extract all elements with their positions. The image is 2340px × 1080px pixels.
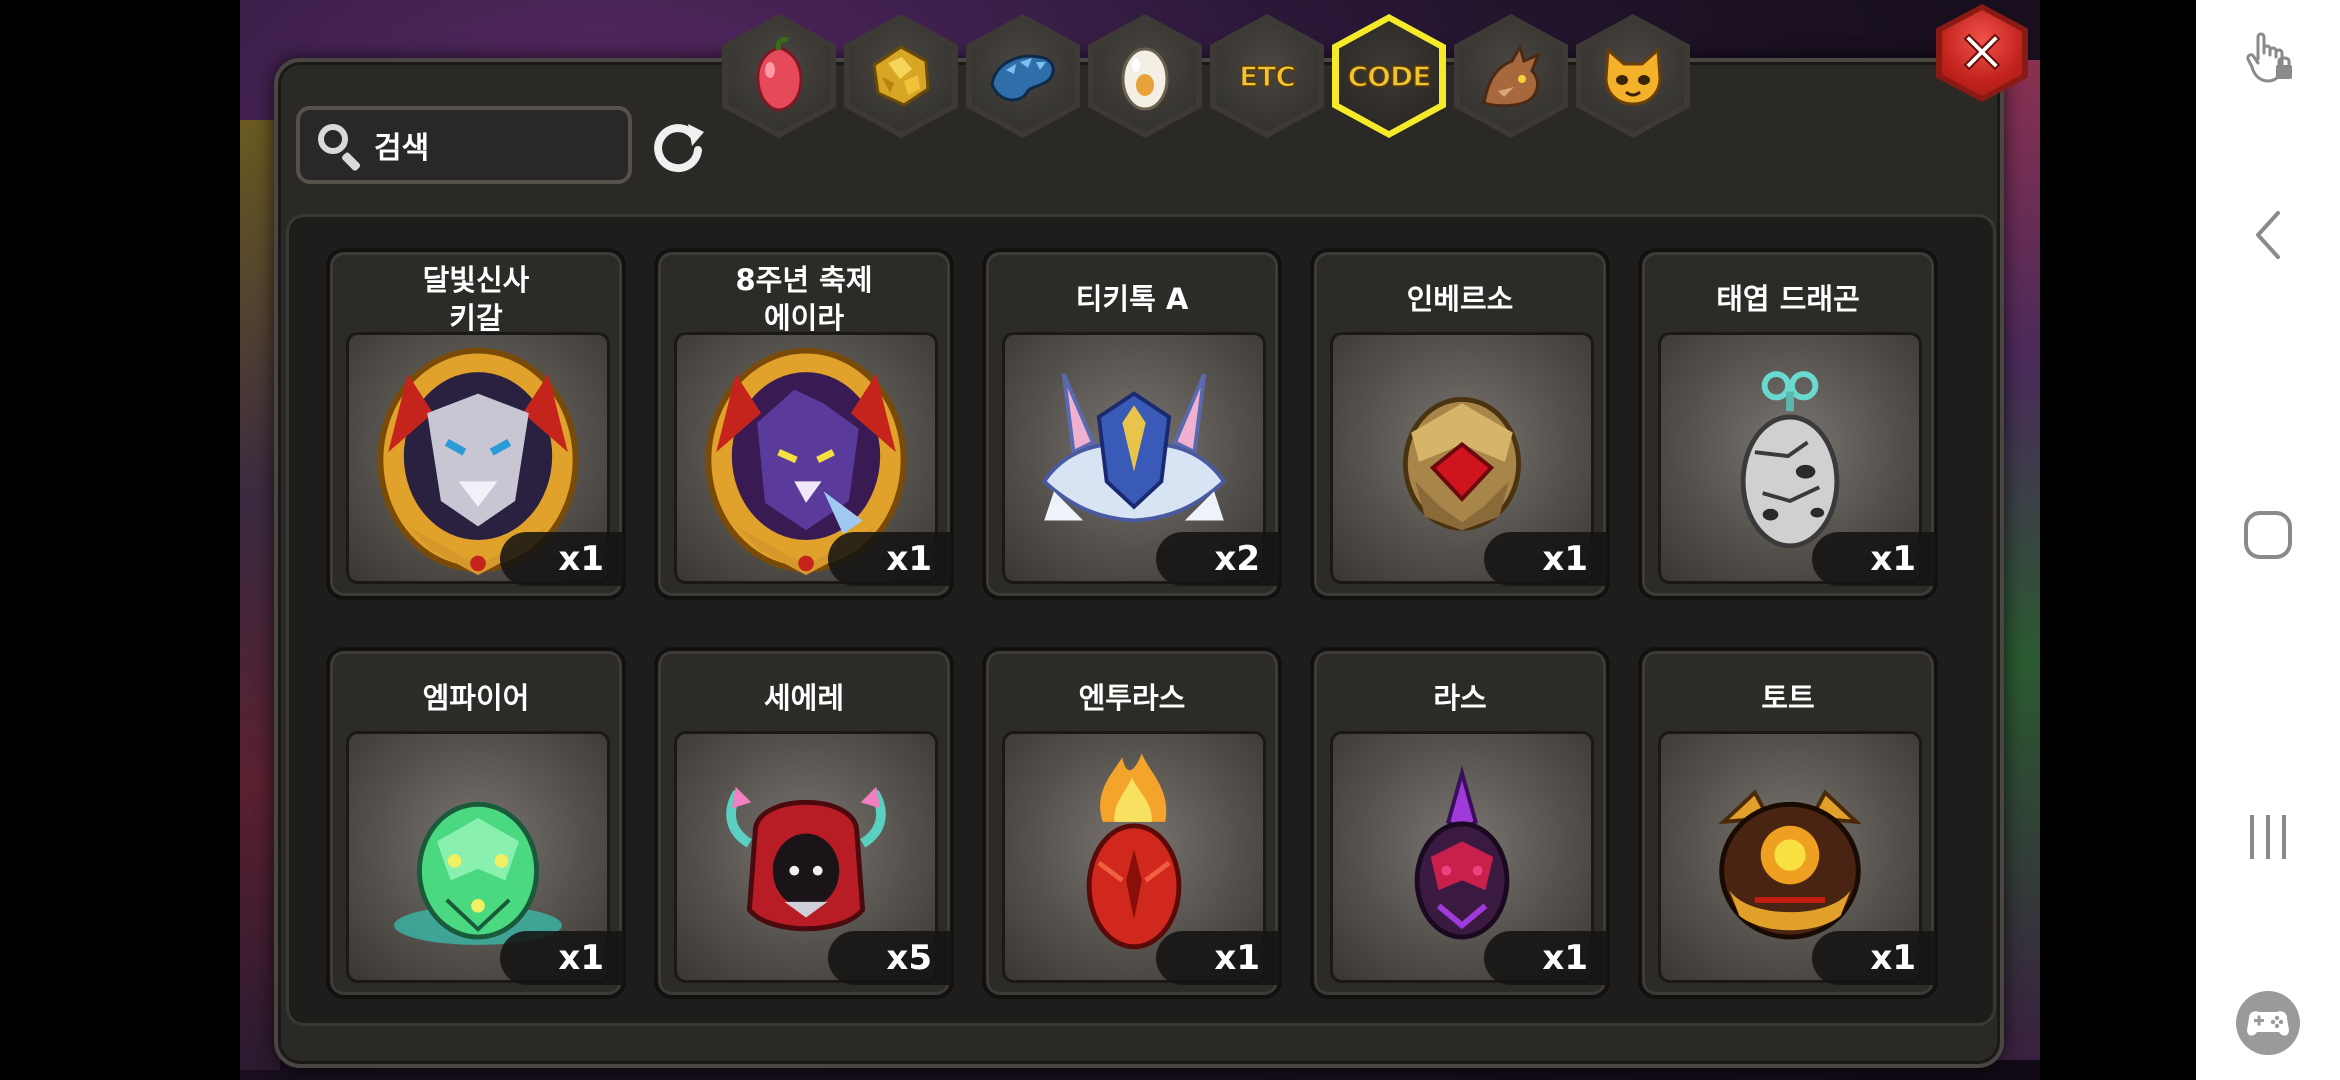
item-name: 티키톡 A xyxy=(1075,282,1189,316)
item-name: 달빛신사 키갈 xyxy=(422,263,530,335)
close-icon: ✕ xyxy=(1957,19,2008,87)
item-quantity-badge: x2 xyxy=(1156,532,1282,586)
screen: ETC CODE ✕ 검색 달빛신사 키갈 x1 8주년 축제 에이라 x1 티… xyxy=(0,0,2340,1080)
search-text: 검색 xyxy=(374,131,430,166)
home-icon xyxy=(2244,511,2292,559)
item-name: 세에레 xyxy=(763,681,845,715)
home-button[interactable] xyxy=(2196,500,2340,570)
item-quantity-badge: x1 xyxy=(1812,931,1938,985)
item-name: 토트 xyxy=(1761,681,1815,715)
item-quantity-badge: x1 xyxy=(1812,532,1938,586)
item-card[interactable]: 8주년 축제 에이라 x1 xyxy=(654,248,954,600)
item-card[interactable]: 태엽 드래곤 x1 xyxy=(1638,248,1938,600)
gold-ore-icon xyxy=(872,45,930,107)
item-card[interactable]: 세에레 x5 xyxy=(654,647,954,999)
tab-egg[interactable] xyxy=(1088,14,1202,138)
egg-icon xyxy=(1121,47,1169,111)
tab-code[interactable]: CODE xyxy=(1332,14,1446,138)
gamepad-icon xyxy=(2236,991,2300,1055)
blue-dragon-icon xyxy=(990,54,1055,102)
item-card[interactable]: 엔투라스 x1 xyxy=(982,647,1282,999)
item-name: 라스 xyxy=(1433,681,1487,715)
recents-button[interactable] xyxy=(2196,802,2340,872)
touch-lock-icon xyxy=(2246,32,2292,83)
android-navigation-bar xyxy=(2196,0,2340,1080)
item-quantity-badge: x1 xyxy=(828,532,954,586)
item-card[interactable]: 라스 x1 xyxy=(1310,647,1610,999)
tab-blue-dragon[interactable] xyxy=(966,14,1080,138)
refresh-icon[interactable] xyxy=(648,118,708,178)
item-card[interactable]: 토트 x1 xyxy=(1638,647,1938,999)
item-quantity-badge: x1 xyxy=(500,532,626,586)
item-quantity-badge: x1 xyxy=(500,931,626,985)
tab-gold-ore[interactable] xyxy=(844,14,958,138)
dragon-head-icon xyxy=(1482,43,1541,108)
item-card[interactable]: 달빛신사 키갈 x1 xyxy=(326,248,626,600)
back-icon xyxy=(2256,211,2280,259)
item-name: 태엽 드래곤 xyxy=(1716,282,1860,316)
item-name: 8주년 축제 에이라 xyxy=(735,263,873,335)
item-quantity-badge: x1 xyxy=(1156,931,1282,985)
search-input[interactable]: 검색 xyxy=(296,106,632,184)
recents-icon xyxy=(2250,815,2286,859)
fruit-icon xyxy=(756,37,803,112)
item-name: 엔투라스 xyxy=(1078,681,1186,715)
tab-dragon-head[interactable] xyxy=(1454,14,1568,138)
item-name: 인베르소 xyxy=(1406,282,1514,316)
touch-lock-button[interactable] xyxy=(2196,24,2340,94)
item-card[interactable]: 엠파이어 x1 xyxy=(326,647,626,999)
game-tools-button[interactable] xyxy=(2196,986,2340,1060)
tab-fruit[interactable] xyxy=(722,14,836,138)
back-button[interactable] xyxy=(2196,200,2340,270)
tab-etc[interactable]: ETC xyxy=(1210,14,1324,138)
tab-pet-face[interactable] xyxy=(1576,14,1690,138)
tab-etc-label: ETC xyxy=(1238,59,1296,94)
item-quantity-badge: x1 xyxy=(1484,532,1610,586)
item-quantity-badge: x1 xyxy=(1484,931,1610,985)
pet-face-icon xyxy=(1604,46,1662,106)
item-card[interactable]: 티키톡 A x2 xyxy=(982,248,1282,600)
category-tabs: ETC CODE xyxy=(722,14,1690,142)
item-name: 엠파이어 xyxy=(422,681,530,715)
item-quantity-badge: x5 xyxy=(828,931,954,985)
search-icon xyxy=(314,120,364,172)
item-card[interactable]: 인베르소 x1 xyxy=(1310,248,1610,600)
tab-code-label: CODE xyxy=(1347,59,1432,94)
